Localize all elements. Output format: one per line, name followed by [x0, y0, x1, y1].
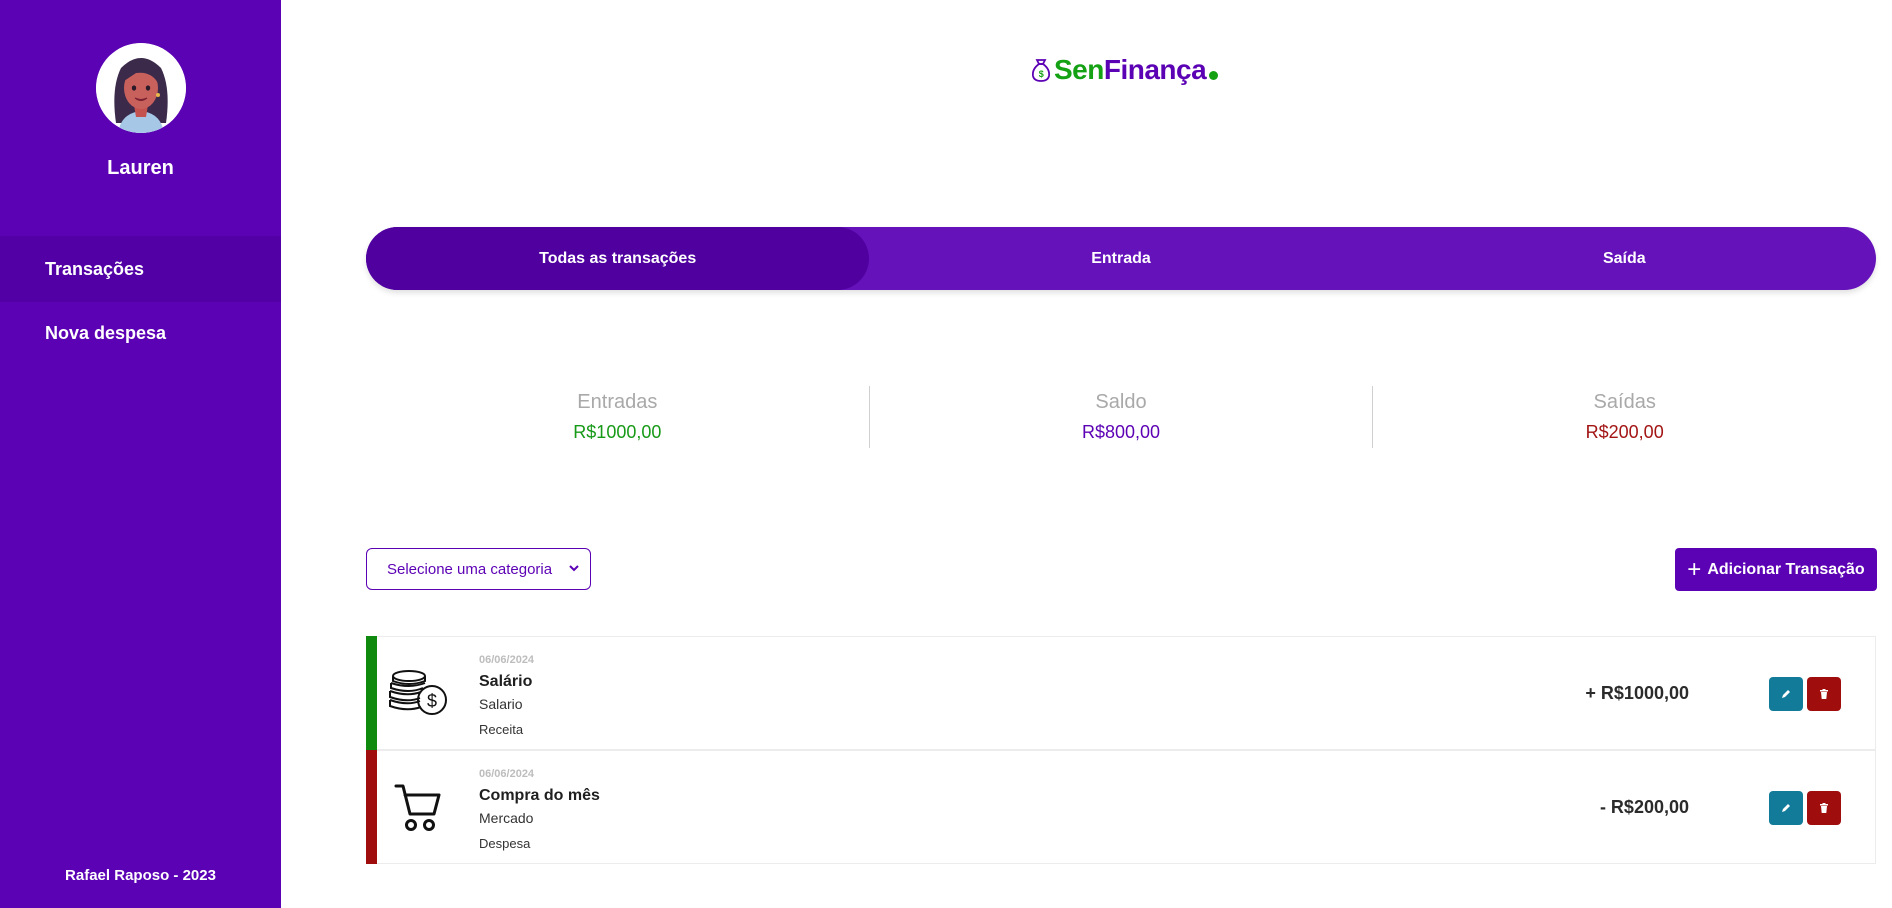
- transaction-title: Salário: [479, 673, 533, 690]
- pencil-icon: [1782, 690, 1790, 698]
- transaction-amount: - R$200,00: [1599, 797, 1689, 817]
- summary-saidas: Saídas R$200,00: [1373, 386, 1876, 448]
- tab-todas-transacoes[interactable]: Todas as transações: [366, 227, 870, 290]
- category-select-value: Selecione uma categoria: [387, 560, 553, 578]
- transaction-tabs: Todas as transações Entrada Saída: [366, 227, 1876, 290]
- cart-icon: [394, 784, 441, 831]
- username: Lauren: [107, 157, 174, 179]
- delete-button[interactable]: [1807, 677, 1841, 711]
- trash-icon: [1820, 689, 1828, 699]
- trash-icon: [1820, 803, 1828, 813]
- sidebar: Lauren Transações Nova despesa Rafael Ra…: [0, 0, 281, 908]
- svg-text:$: $: [427, 691, 437, 711]
- summary-label: Saídas: [1593, 391, 1656, 413]
- tab-entrada[interactable]: Entrada: [869, 227, 1372, 290]
- transaction-amount: + R$1000,00: [1585, 683, 1689, 703]
- logo-text-sen: Sen: [1054, 54, 1104, 85]
- app-logo: $ Sen Finança: [1030, 52, 1219, 88]
- svg-text:$: $: [1039, 69, 1044, 79]
- edit-button[interactable]: [1769, 791, 1803, 825]
- balance-summary: Entradas R$1000,00 Saldo R$800,00 Saídas…: [366, 386, 1876, 448]
- add-transaction-label: Adicionar Transação: [1707, 560, 1865, 578]
- sidebar-item-label: Nova despesa: [45, 322, 167, 343]
- add-transaction-button[interactable]: + Adicionar Transação: [1675, 548, 1877, 591]
- transaction-date: 06/06/2024: [479, 768, 535, 780]
- transaction-category: Mercado: [479, 810, 534, 826]
- transaction-date: 06/06/2024: [479, 654, 535, 666]
- transaction-type: Receita: [479, 722, 524, 737]
- sidebar-item-transacoes[interactable]: Transações: [0, 236, 281, 302]
- transaction-type-bar: [366, 750, 377, 864]
- coins-icon: $: [389, 670, 447, 715]
- transaction-category: Salario: [479, 696, 523, 712]
- sidebar-item-label: Transações: [45, 258, 145, 279]
- category-select[interactable]: Selecione uma categoria: [366, 548, 591, 590]
- edit-button[interactable]: [1769, 677, 1803, 711]
- transaction-row: 06/06/2024 Compra do mês Mercado Despesa…: [366, 750, 1876, 864]
- transaction-type: Despesa: [479, 836, 531, 851]
- tab-saida[interactable]: Saída: [1373, 227, 1876, 290]
- logo-text-financa: Finança: [1103, 54, 1207, 85]
- sidebar-item-nova-despesa[interactable]: Nova despesa: [0, 300, 281, 366]
- summary-entradas: Entradas R$1000,00: [366, 386, 870, 448]
- chevron-down-icon: [569, 565, 579, 572]
- transaction-row: $ 06/06/2024 Salário Salario Receita + R…: [366, 636, 1876, 750]
- delete-button[interactable]: [1807, 791, 1841, 825]
- summary-value: R$1000,00: [573, 422, 662, 442]
- summary-value: R$200,00: [1585, 422, 1664, 442]
- user-avatar: [96, 43, 186, 133]
- money-bag-icon: $: [1031, 59, 1051, 82]
- footer-credit: Rafael Raposo - 2023: [65, 867, 216, 884]
- pencil-icon: [1782, 804, 1790, 812]
- summary-label: Entradas: [577, 391, 658, 413]
- summary-label: Saldo: [1095, 391, 1147, 413]
- logo-dot: [1209, 70, 1219, 80]
- transaction-type-bar: [366, 636, 377, 750]
- summary-saldo: Saldo R$800,00: [870, 386, 1374, 448]
- transaction-title: Compra do mês: [479, 787, 600, 804]
- summary-value: R$800,00: [1081, 422, 1161, 442]
- plus-icon: +: [1687, 555, 1702, 583]
